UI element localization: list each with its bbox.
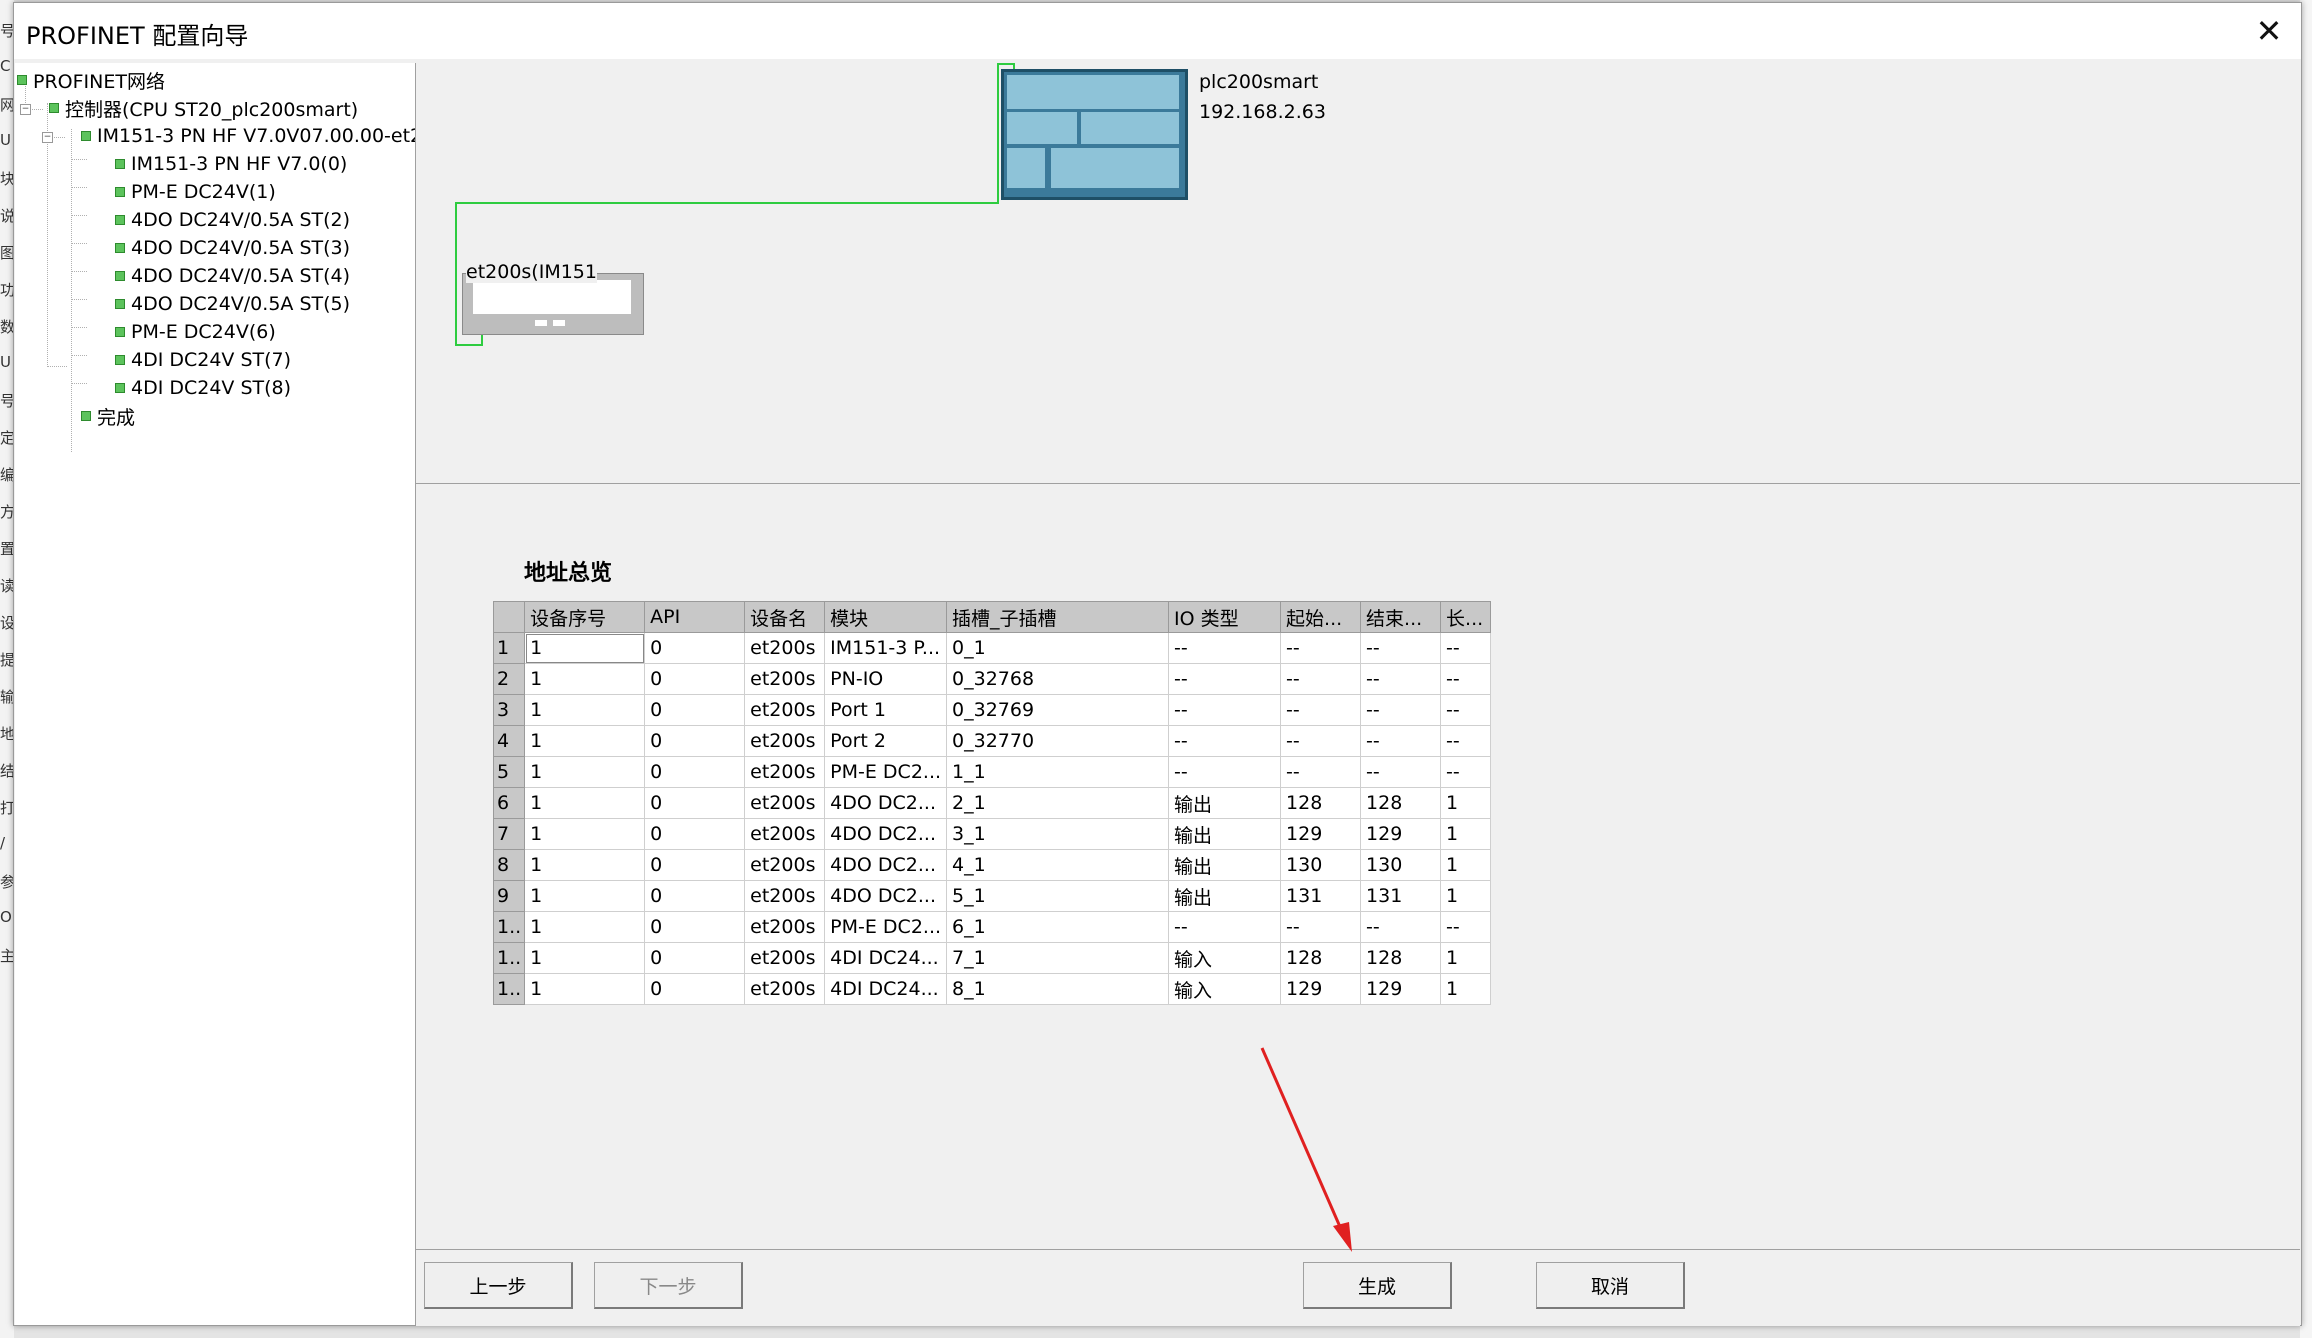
annotation-arrow bbox=[1260, 1047, 1352, 1252]
